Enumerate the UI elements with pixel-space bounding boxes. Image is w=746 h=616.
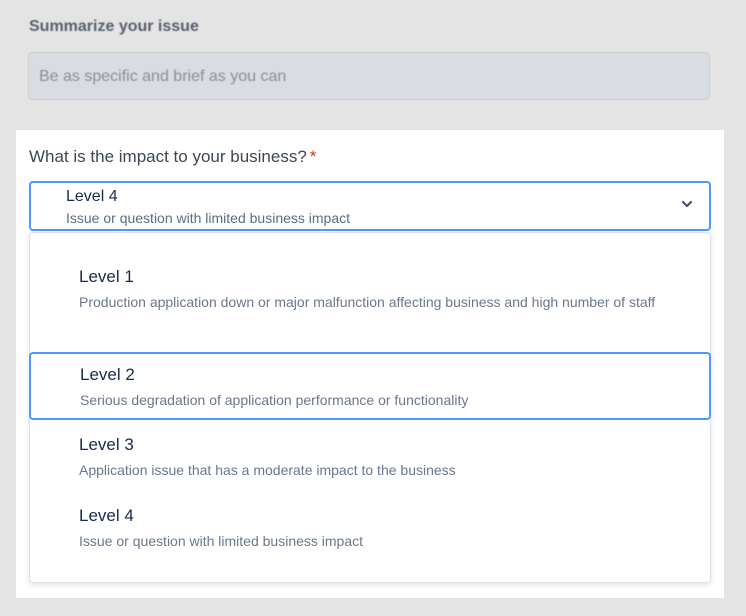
option-title: Level 3 bbox=[79, 435, 134, 454]
summary-section: Summarize your issue Be as specific and … bbox=[0, 0, 746, 130]
impact-select[interactable]: Level 4 Issue or question with limited b… bbox=[29, 181, 711, 231]
impact-label: What is the impact to your business? * bbox=[29, 147, 316, 167]
impact-label-text: What is the impact to your business? bbox=[29, 147, 307, 166]
impact-dropdown-menu: Level 1 Production application down or m… bbox=[29, 232, 711, 583]
option-description: Serious degradation of application perfo… bbox=[80, 392, 469, 408]
select-value-title: Level 4 bbox=[66, 188, 118, 205]
option-level-3[interactable]: Level 3 Application issue that has a mod… bbox=[30, 434, 710, 483]
option-title: Level 2 bbox=[80, 365, 135, 384]
option-description: Application issue that has a moderate im… bbox=[79, 462, 456, 478]
option-level-4[interactable]: Level 4 Issue or question with limited b… bbox=[30, 505, 710, 554]
option-title: Level 4 bbox=[79, 506, 134, 525]
option-description: Production application down or major mal… bbox=[79, 294, 656, 310]
select-value-description: Issue or question with limited business … bbox=[66, 210, 351, 226]
option-level-1[interactable]: Level 1 Production application down or m… bbox=[30, 266, 710, 315]
required-mark: * bbox=[309, 147, 317, 166]
chevron-down-icon[interactable] bbox=[679, 196, 695, 212]
summary-input[interactable]: Be as specific and brief as you can bbox=[28, 52, 710, 100]
option-description: Issue or question with limited business … bbox=[79, 533, 364, 549]
summary-label: Summarize your issue bbox=[29, 18, 199, 35]
option-level-2[interactable]: Level 2 Serious degradation of applicati… bbox=[29, 352, 711, 420]
option-title: Level 1 bbox=[79, 267, 134, 286]
